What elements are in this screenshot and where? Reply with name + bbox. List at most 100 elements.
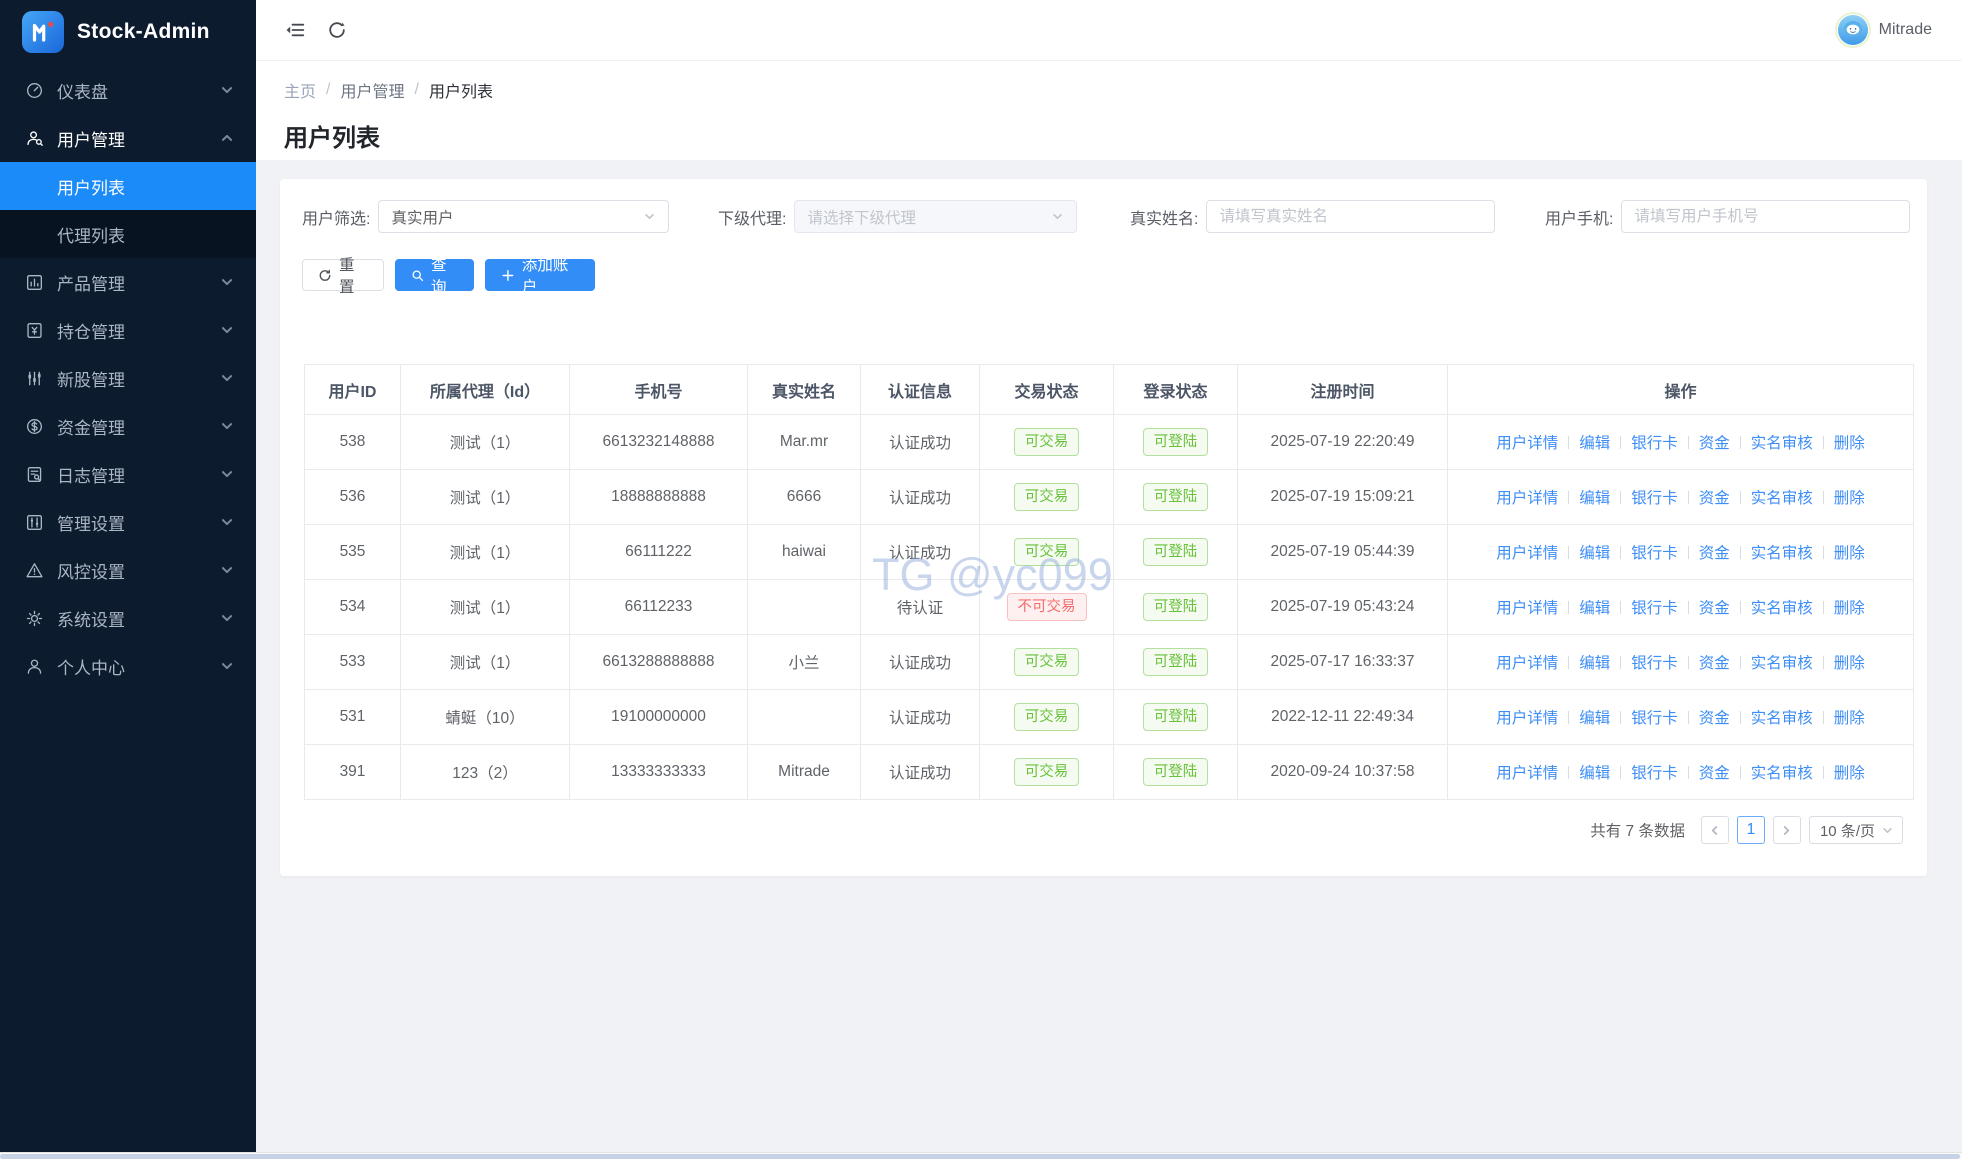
filter-group-agent: 下级代理: 请选择下级代理	[718, 200, 1078, 233]
row-action-user-detail[interactable]: 用户详情	[1496, 655, 1558, 672]
cell-trade-status: 可交易	[979, 524, 1114, 580]
horizontal-scrollbar[interactable]	[0, 1152, 1962, 1159]
table-row: 531 蜻蜓（10） 19100000000 认证成功 可交易 可登陆 2022-12-11…	[304, 689, 1914, 745]
phone-input[interactable]	[1621, 200, 1911, 233]
row-action-real-name-audit[interactable]: 实名审核	[1751, 490, 1813, 507]
row-action-bank-card[interactable]: 银行卡	[1631, 765, 1678, 782]
action-separator	[1568, 656, 1570, 669]
row-action-delete[interactable]: 删除	[1834, 710, 1865, 727]
row-action-user-detail[interactable]: 用户详情	[1496, 545, 1558, 562]
sidebar-item-funds-management[interactable]: 资金管理	[0, 402, 256, 450]
row-action-delete[interactable]: 删除	[1834, 545, 1865, 562]
row-action-edit[interactable]: 编辑	[1579, 545, 1610, 562]
row-action-bank-card[interactable]: 银行卡	[1631, 435, 1678, 452]
sidebar-item-label: 新股管理	[57, 370, 125, 390]
row-action-user-detail[interactable]: 用户详情	[1496, 600, 1558, 617]
sidebar-item-admin-settings[interactable]: 管理设置	[0, 498, 256, 546]
row-action-delete[interactable]: 删除	[1834, 490, 1865, 507]
action-separator	[1822, 436, 1824, 449]
table-row: 538 测试（1） 6613232148888 Mar.mr 认证成功 可交易 可登陆 202…	[304, 414, 1914, 470]
add-account-button[interactable]: 添加账户	[485, 257, 595, 296]
row-action-real-name-audit[interactable]: 实名审核	[1751, 655, 1813, 672]
cell-reg-time: 2025-07-17 16:33:37	[1237, 634, 1448, 690]
row-action-delete[interactable]: 删除	[1834, 765, 1865, 782]
row-action-funds[interactable]: 资金	[1699, 435, 1730, 452]
row-action-funds[interactable]: 资金	[1699, 600, 1730, 617]
cell-actions: 用户详情 编辑 银行卡 资金 实名审核 删除	[1447, 469, 1914, 525]
row-action-real-name-audit[interactable]: 实名审核	[1751, 435, 1813, 452]
sidebar-item-system-settings[interactable]: 系统设置	[0, 594, 256, 642]
search-label: 查询	[431, 257, 447, 296]
cell-real-name: haiwai	[747, 524, 861, 580]
row-action-real-name-audit[interactable]: 实名审核	[1751, 765, 1813, 782]
sidebar-item-risk-settings[interactable]: 风控设置	[0, 546, 256, 594]
refresh-icon[interactable]	[326, 18, 350, 42]
row-action-bank-card[interactable]: 银行卡	[1631, 710, 1678, 727]
row-action-funds[interactable]: 资金	[1699, 655, 1730, 672]
next-page-button[interactable]	[1772, 816, 1801, 844]
row-action-delete[interactable]: 删除	[1834, 600, 1865, 617]
row-action-bank-card[interactable]: 银行卡	[1631, 600, 1678, 617]
sidebar-item-product-management[interactable]: 产品管理	[0, 258, 256, 306]
column-header: 所属代理（Id）	[400, 364, 570, 415]
row-action-funds[interactable]: 资金	[1699, 765, 1730, 782]
position-icon	[24, 320, 44, 340]
action-separator	[1822, 766, 1824, 779]
action-separator	[1620, 601, 1622, 614]
row-action-edit[interactable]: 编辑	[1579, 435, 1610, 452]
phone-label: 用户手机:	[1545, 210, 1614, 228]
chevron-down-icon	[1051, 210, 1064, 223]
row-action-funds[interactable]: 资金	[1699, 490, 1730, 507]
action-separator	[1620, 546, 1622, 559]
row-action-delete[interactable]: 删除	[1834, 435, 1865, 452]
sidebar-item-profile-center[interactable]: 个人中心	[0, 642, 256, 690]
row-action-funds[interactable]: 资金	[1699, 710, 1730, 727]
user-filter-select[interactable]: 真实用户	[378, 200, 670, 233]
row-action-user-detail[interactable]: 用户详情	[1496, 435, 1558, 452]
row-action-bank-card[interactable]: 银行卡	[1631, 545, 1678, 562]
horizontal-scrollbar-thumb[interactable]	[0, 1154, 1960, 1159]
row-action-user-detail[interactable]: 用户详情	[1496, 765, 1558, 782]
agent-filter-select[interactable]: 请选择下级代理	[794, 200, 1078, 233]
user-name: Mitrade	[1878, 21, 1932, 38]
row-action-funds[interactable]: 资金	[1699, 545, 1730, 562]
row-action-user-detail[interactable]: 用户详情	[1496, 490, 1558, 507]
collapse-sidebar-icon[interactable]	[284, 18, 308, 42]
sidebar-item-position-management[interactable]: 持仓管理	[0, 306, 256, 354]
profile-icon	[24, 656, 44, 676]
page-size-select[interactable]: 10 条/页	[1808, 816, 1903, 844]
real-name-input[interactable]	[1206, 200, 1496, 233]
sidebar-item-label: 用户管理	[57, 130, 125, 150]
action-separator	[1568, 766, 1570, 779]
sidebar-item-label: 资金管理	[57, 418, 125, 438]
sidebar-subitem-user-list[interactable]: 用户列表	[0, 162, 256, 210]
breadcrumb-home[interactable]: 主页	[284, 78, 316, 102]
row-action-bank-card[interactable]: 银行卡	[1631, 490, 1678, 507]
table-row: 533 测试（1） 6613288888888 小兰 认证成功 可交易 可登陆 2025-07…	[304, 634, 1914, 690]
row-action-real-name-audit[interactable]: 实名审核	[1751, 545, 1813, 562]
user-menu[interactable]: Mitrade	[1837, 14, 1932, 46]
row-action-edit[interactable]: 编辑	[1579, 600, 1610, 617]
row-action-edit[interactable]: 编辑	[1579, 490, 1610, 507]
row-action-edit[interactable]: 编辑	[1579, 655, 1610, 672]
sidebar-item-user-management[interactable]: 用户管理	[0, 114, 256, 162]
row-action-edit[interactable]: 编辑	[1579, 710, 1610, 727]
sidebar-item-log-management[interactable]: 日志管理	[0, 450, 256, 498]
row-action-bank-card[interactable]: 银行卡	[1631, 655, 1678, 672]
sidebar-item-dashboard[interactable]: 仪表盘	[0, 66, 256, 114]
reset-button[interactable]: 重置	[302, 257, 384, 296]
row-action-real-name-audit[interactable]: 实名审核	[1751, 600, 1813, 617]
row-action-delete[interactable]: 删除	[1834, 655, 1865, 672]
search-button[interactable]: 查询	[395, 257, 474, 296]
row-action-edit[interactable]: 编辑	[1579, 765, 1610, 782]
row-action-real-name-audit[interactable]: 实名审核	[1751, 710, 1813, 727]
cell-id: 535	[304, 524, 401, 580]
sidebar-subitem-agent-list[interactable]: 代理列表	[0, 210, 256, 258]
prev-page-button[interactable]	[1700, 816, 1729, 844]
page-number-button[interactable]: 1	[1736, 816, 1765, 844]
row-action-user-detail[interactable]: 用户详情	[1496, 710, 1558, 727]
sidebar-item-ipo-management[interactable]: 新股管理	[0, 354, 256, 402]
page-size-value: 10 条/页	[1819, 822, 1875, 840]
breadcrumb-user-management[interactable]: 用户管理	[340, 78, 404, 102]
app-logo[interactable]: Stock-Admin	[0, 0, 256, 64]
